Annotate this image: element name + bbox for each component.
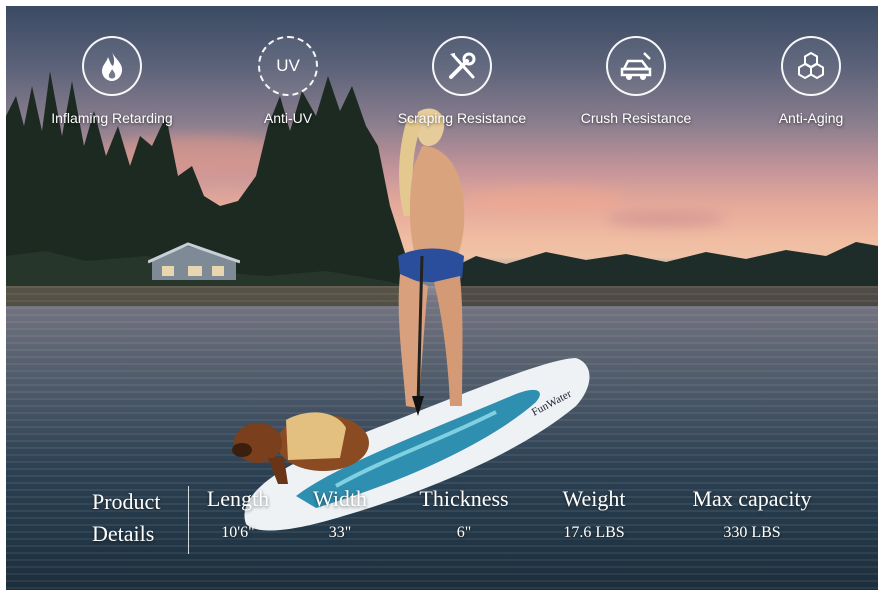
spec-name: Thickness (419, 486, 509, 511)
lake-house (148, 242, 240, 280)
feature-anti-uv: UV Anti-UV (203, 36, 373, 126)
feature-label: Inflaming Retarding (51, 110, 173, 126)
spec-value: 17.6 LBS (563, 524, 625, 541)
feature-crush-resistance: Crush Resistance (551, 36, 721, 126)
spec-thickness: Thickness 6" (399, 482, 529, 546)
feature-label: Anti-Aging (778, 110, 844, 126)
spec-weight: Weight 17.6 LBS (529, 482, 659, 546)
spec-name: Max capacity (692, 486, 812, 511)
feature-label: Crush Resistance (580, 110, 692, 126)
product-photo: FunWater Inflaming Retarding UV Anti-UV … (6, 6, 878, 590)
feature-scraping-resistance: Scraping Resistance (377, 36, 547, 126)
uv-icon-text: UV (276, 56, 300, 75)
spec-max-capacity: Max capacity 330 LBS (672, 482, 832, 546)
car-crush-icon (606, 36, 666, 96)
product-details-title: Product Details (92, 486, 160, 550)
feature-inflaming-retarding: Inflaming Retarding (27, 36, 197, 126)
flame-icon (82, 36, 142, 96)
product-details-title-line1: Product (92, 489, 161, 514)
spec-value: 330 LBS (723, 524, 781, 541)
spec-value: 6" (456, 524, 472, 541)
hexagons-icon (781, 36, 841, 96)
feature-label: Anti-UV (263, 110, 313, 126)
product-details-title-line2: Details (92, 521, 155, 546)
spec-name: Width (312, 486, 368, 511)
product-details: Product Details Length 10'6" Width 33" T… (6, 482, 878, 562)
uv-icon: UV (258, 36, 318, 96)
paddleboarder-figure (398, 108, 465, 416)
spec-value: 33" (328, 524, 352, 541)
feature-label: Scraping Resistance (397, 110, 527, 126)
feature-icons-row: Inflaming Retarding UV Anti-UV Scraping … (6, 36, 878, 146)
wrench-screwdriver-icon (432, 36, 492, 96)
dog-with-life-vest (232, 412, 369, 484)
spec-name: Weight (562, 486, 626, 511)
feature-anti-aging: Anti-Aging (726, 36, 878, 126)
spec-width: Width 33" (275, 482, 405, 546)
